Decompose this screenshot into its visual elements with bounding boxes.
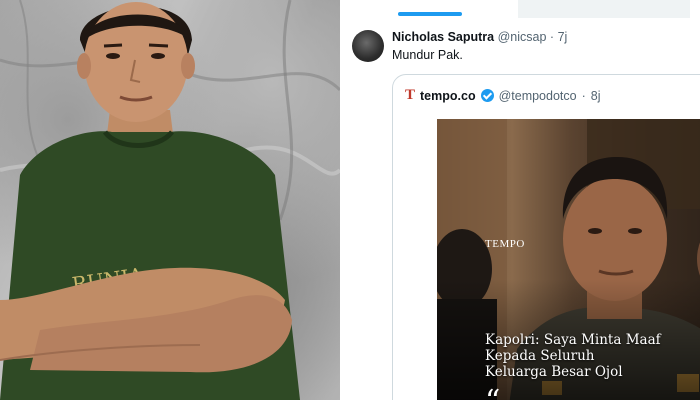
news-image[interactable]: TEMPO Kapolri: Saya Minta Maaf Kepada Se… [437,119,700,400]
portrait-illustration: RUNIA HNYA [0,0,340,400]
news-headline: Kapolri: Saya Minta Maaf Kepada Seluruh … [485,332,700,380]
author-handle[interactable]: @nicsap [498,30,547,44]
tab-bar [340,0,700,20]
tab-active[interactable] [370,0,490,18]
avatar[interactable] [352,30,384,62]
quoted-author-name: tempo.co [420,88,476,103]
quote-mark-icon: “ [485,387,500,400]
headline-line: Keluarga Besar Ojol [485,364,623,380]
portrait-photo: RUNIA HNYA [0,0,340,400]
quoted-tweet-header: T tempo.co @tempodotco · 8j [405,87,601,104]
quoted-tweet-card[interactable]: T tempo.co @tempodotco · 8j TEMPO Kapolr… [392,74,700,400]
tempo-logo-icon: T [405,87,416,103]
tweet-header: Nicholas Saputra @nicsap · 7j [392,30,567,44]
tab-inactive[interactable] [518,0,690,18]
header-separator: · [549,30,558,44]
active-tab-indicator [398,12,462,16]
headline-line: Kapolri: Saya Minta Maaf [485,332,661,348]
quoted-tweet-time: 8j [590,88,601,103]
quoted-header-separator: · [581,88,586,103]
quoted-author-handle: @tempodotco [498,88,577,103]
headline-line: Kepada Seluruh [485,348,595,364]
verified-badge-icon [480,89,494,102]
tweet-panel: Nicholas Saputra @nicsap · 7j Mundur Pak… [340,0,700,400]
author-name[interactable]: Nicholas Saputra [392,30,494,44]
tweet-text: Mundur Pak. [392,48,463,62]
tweet-time[interactable]: 7j [558,30,568,44]
tempo-watermark: TEMPO [485,238,525,250]
